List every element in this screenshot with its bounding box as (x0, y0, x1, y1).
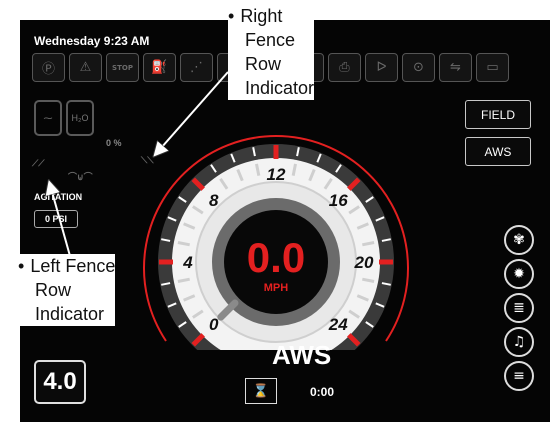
speed-value: 0.0 (247, 234, 305, 281)
timer-value: 0:00 (310, 385, 335, 399)
tick-label: 4 (182, 253, 193, 272)
tick-label: 12 (267, 165, 286, 184)
steering-mode-label: AWS (272, 340, 332, 370)
light-button[interactable]: ✹ (504, 259, 534, 289)
menu-button[interactable]: ≡ (504, 361, 534, 391)
headlight-button[interactable]: ≣ (504, 293, 534, 323)
spray-timer-icon: ⌛ (245, 378, 277, 404)
left-fence-annotation: • Left Fence Row Indicator (18, 254, 116, 326)
fan-button[interactable]: ✾ (504, 225, 534, 255)
right-fence-annotation: • Right Fence Row Indicator (228, 4, 315, 100)
tick-label: 24 (328, 315, 348, 334)
tick-label: 16 (329, 191, 348, 210)
tick-label: 8 (209, 191, 219, 210)
speed-unit: MPH (264, 282, 289, 294)
music-button[interactable]: ♫ (504, 327, 534, 357)
tick-label: 20 (354, 253, 374, 272)
application-rate-box: 4.0 (34, 360, 86, 404)
